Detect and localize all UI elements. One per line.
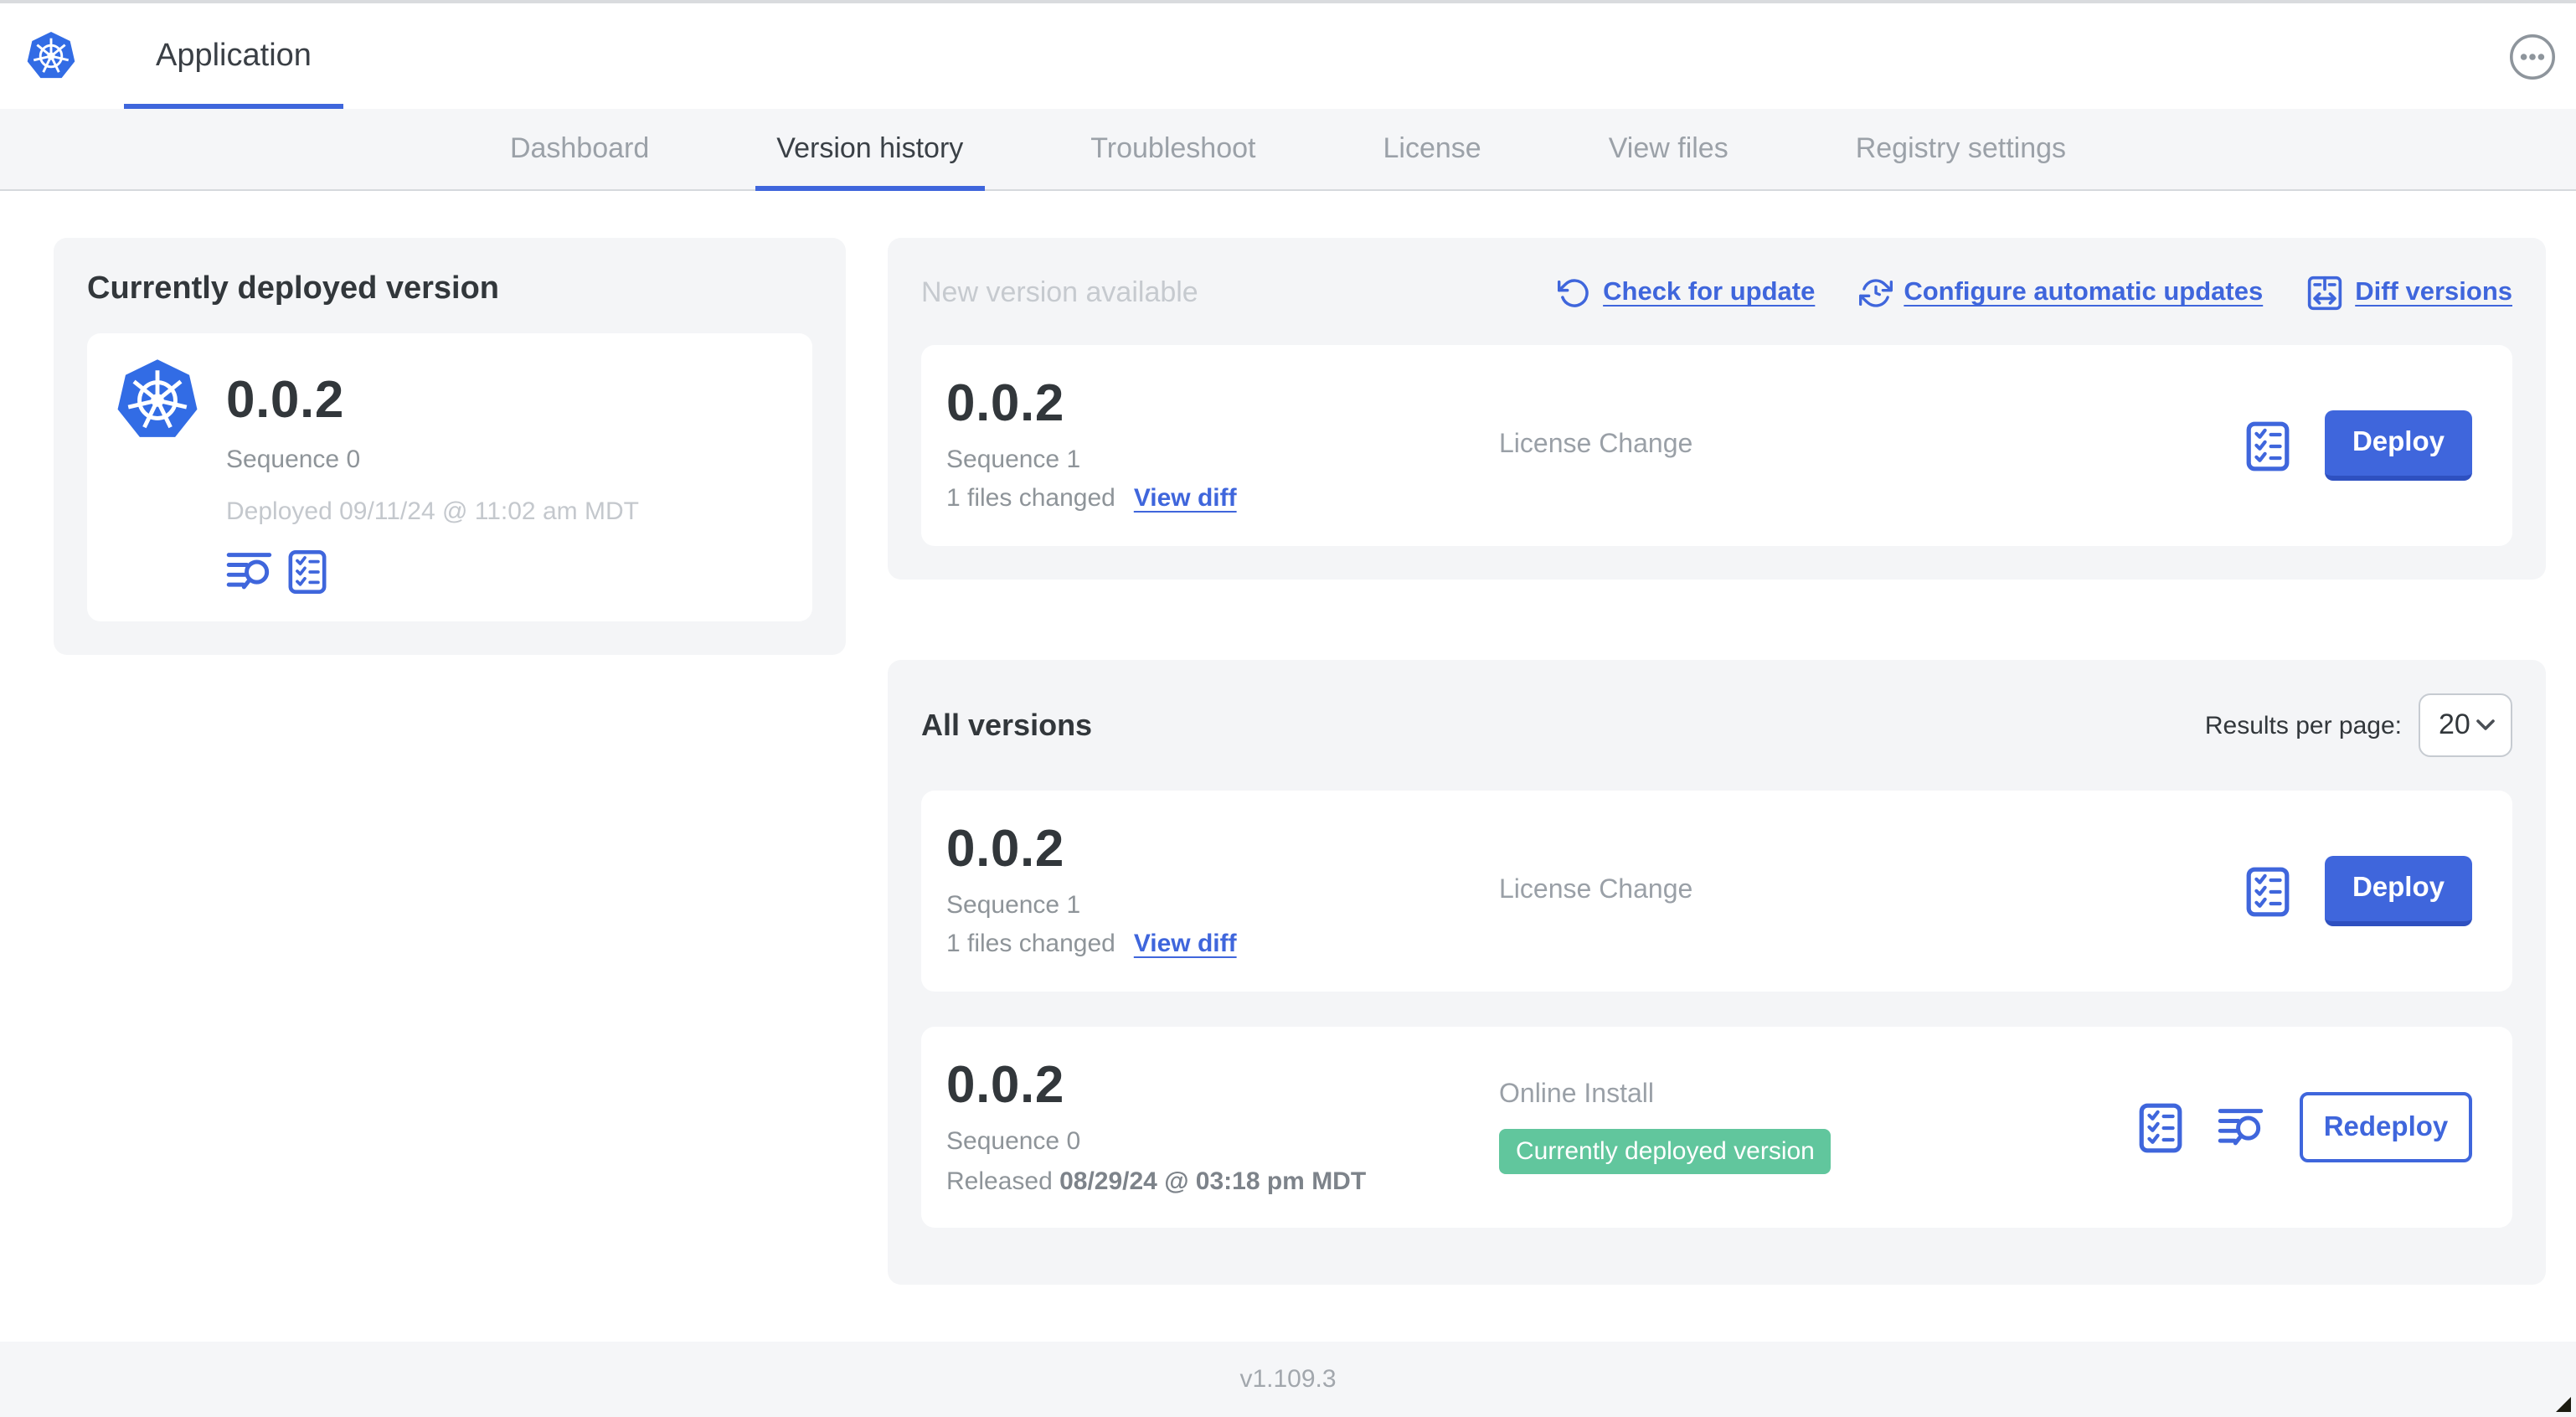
released-date: 08/29/24 @ 03:18 pm MDT xyxy=(1059,1167,1367,1196)
version-info: 0.0.2 Sequence 0 Released 08/29/24 @ 03:… xyxy=(946,1055,1499,1199)
new-version-title: New version available xyxy=(921,276,1198,308)
tab-version-history[interactable]: Version history xyxy=(755,109,985,191)
view-diff-link[interactable]: View diff xyxy=(1134,929,1237,957)
tab-view-files[interactable]: View files xyxy=(1587,109,1750,189)
redeploy-button[interactable]: Redeploy xyxy=(2300,1092,2472,1162)
currently-deployed-panel: Currently deployed version 0.0.2 Sequenc… xyxy=(54,238,846,655)
preflight-checklist-icon[interactable] xyxy=(2246,865,2290,917)
tab-registry-settings[interactable]: Registry settings xyxy=(1834,109,2088,189)
mouse-cursor-artifact xyxy=(2556,1397,2571,1412)
preflight-checklist-icon[interactable] xyxy=(2139,1101,2182,1153)
version-row: 0.0.2 Sequence 0 Released 08/29/24 @ 03:… xyxy=(921,1027,2512,1228)
admin-console-page: Application Dashboard Version history Tr… xyxy=(0,0,2576,1417)
currently-deployed-badge: Currently deployed version xyxy=(1499,1129,1832,1174)
version-source: Online Install Currently deployed versio… xyxy=(1499,1055,2139,1199)
version-source: License Change xyxy=(1499,374,2246,518)
update-action-links: Check for update Configure automatic upd… xyxy=(1558,275,2512,312)
check-for-update-label: Check for update xyxy=(1603,278,1816,307)
new-version-panel: New version available Check for update C… xyxy=(888,238,2546,580)
current-version-deployed-timestamp: Deployed 09/11/24 @ 11:02 am MDT xyxy=(226,497,639,526)
version-info: 0.0.2 Sequence 1 1 files changed View di… xyxy=(946,374,1499,518)
chevron-down-icon xyxy=(2476,719,2496,732)
version-source-label: License Change xyxy=(1499,430,1693,459)
version-sequence: Sequence 1 xyxy=(946,890,1081,920)
version-released-timestamp: Released 08/29/24 @ 03:18 pm MDT xyxy=(946,1167,1499,1195)
kubernetes-logo-icon xyxy=(25,30,77,82)
deploy-button[interactable]: Deploy xyxy=(2325,856,2472,926)
version-sequence: Sequence 1 xyxy=(946,445,1081,474)
results-per-page: Results per page: 20 xyxy=(2205,693,2512,757)
main-content: Currently deployed version 0.0.2 Sequenc… xyxy=(0,191,2576,1342)
page-footer: v1.109.3 xyxy=(0,1342,2576,1417)
all-versions-header: All versions Results per page: 20 xyxy=(921,693,2512,757)
files-changed-text: 1 files changed xyxy=(946,929,1115,958)
app-bar: Application xyxy=(0,3,2576,109)
ellipsis-circle-icon xyxy=(2509,33,2556,80)
version-actions: Deploy xyxy=(2246,374,2487,518)
app-tab-label: Application xyxy=(156,38,312,73)
version-actions: Redeploy xyxy=(2139,1055,2487,1199)
diff-versions-label: Diff versions xyxy=(2355,278,2512,307)
console-version: v1.109.3 xyxy=(1239,1365,1337,1394)
results-per-page-select[interactable]: 20 xyxy=(2419,693,2512,757)
auto-update-clock-icon xyxy=(1858,276,1892,310)
configure-automatic-updates-label: Configure automatic updates xyxy=(1904,278,2264,307)
view-diff-link[interactable]: View diff xyxy=(1134,483,1237,512)
currently-deployed-card: 0.0.2 Sequence 0 Deployed 09/11/24 @ 11:… xyxy=(87,333,812,621)
app-nav-tabs: Dashboard Version history Troubleshoot L… xyxy=(0,109,2576,191)
currently-deployed-details: 0.0.2 Sequence 0 Deployed 09/11/24 @ 11:… xyxy=(226,357,639,594)
configure-automatic-updates-link[interactable]: Configure automatic updates xyxy=(1858,276,2263,310)
current-version-number: 0.0.2 xyxy=(226,370,344,429)
view-logs-icon[interactable] xyxy=(226,549,273,593)
version-info: 0.0.2 Sequence 1 1 files changed View di… xyxy=(946,819,1499,963)
released-label: Released xyxy=(946,1167,1060,1196)
tab-license[interactable]: License xyxy=(1362,109,1503,189)
app-tab-application[interactable]: Application xyxy=(124,3,343,109)
version-source-label: License Change xyxy=(1499,876,1693,904)
all-versions-panel: All versions Results per page: 20 0.0.2 … xyxy=(888,660,2546,1285)
current-version-sequence: Sequence 0 xyxy=(226,445,361,474)
new-version-card: 0.0.2 Sequence 1 1 files changed View di… xyxy=(921,345,2512,546)
version-sequence: Sequence 0 xyxy=(946,1126,1081,1156)
results-per-page-value: 20 xyxy=(2439,708,2470,740)
tab-troubleshoot[interactable]: Troubleshoot xyxy=(1069,109,1277,189)
currently-deployed-title: Currently deployed version xyxy=(87,271,500,307)
current-version-actions xyxy=(226,549,639,594)
refresh-ccw-icon xyxy=(1558,276,1591,310)
deploy-button[interactable]: Deploy xyxy=(2325,410,2472,481)
overflow-menu-button[interactable] xyxy=(2509,33,2556,80)
preflight-checklist-icon[interactable] xyxy=(288,549,327,594)
versions-column: New version available Check for update C… xyxy=(888,238,2546,1285)
files-changed-row: 1 files changed View diff xyxy=(946,483,1499,512)
version-number: 0.0.2 xyxy=(946,819,1064,878)
version-number: 0.0.2 xyxy=(946,1055,1064,1114)
version-actions: Deploy xyxy=(2246,819,2487,963)
diff-versions-link[interactable]: Diff versions xyxy=(2306,275,2512,312)
all-versions-title: All versions xyxy=(921,708,1093,741)
version-source-label: Online Install xyxy=(1499,1080,1654,1109)
version-source: License Change xyxy=(1499,819,2246,963)
files-changed-text: 1 files changed xyxy=(946,483,1115,513)
app-icon-kubernetes xyxy=(114,357,201,444)
view-logs-icon[interactable] xyxy=(2218,1105,2264,1149)
results-per-page-label: Results per page: xyxy=(2204,711,2402,739)
tab-dashboard[interactable]: Dashboard xyxy=(488,109,671,189)
preflight-checklist-icon[interactable] xyxy=(2246,420,2290,471)
diff-icon xyxy=(2306,275,2343,312)
check-for-update-link[interactable]: Check for update xyxy=(1558,276,1815,310)
new-version-header: New version available Check for update C… xyxy=(921,275,2512,312)
version-number: 0.0.2 xyxy=(946,374,1064,432)
version-row: 0.0.2 Sequence 1 1 files changed View di… xyxy=(921,791,2512,992)
files-changed-row: 1 files changed View diff xyxy=(946,929,1499,957)
